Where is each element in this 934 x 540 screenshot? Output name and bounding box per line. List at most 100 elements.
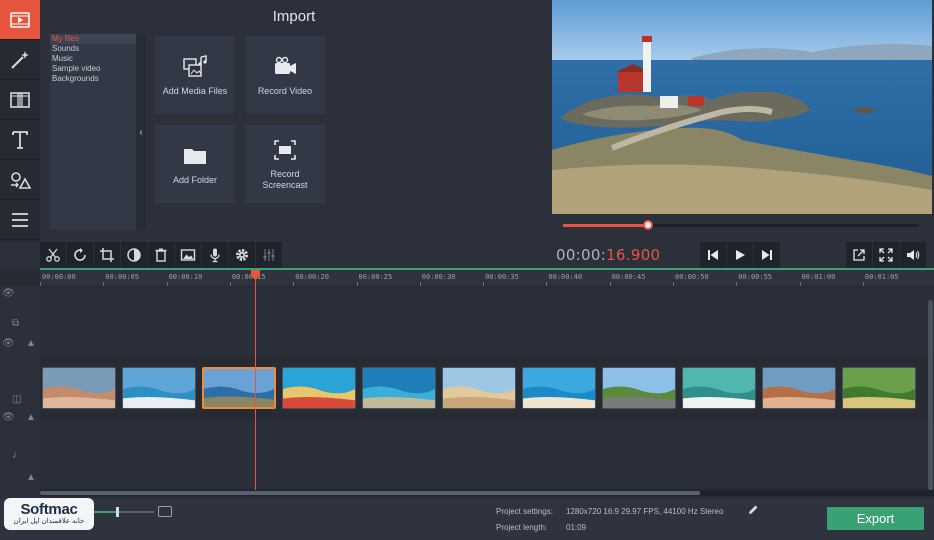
transitions-icon	[10, 91, 30, 108]
ruler-tick-label: 00:00:35	[485, 273, 519, 281]
play-button[interactable]	[727, 242, 753, 268]
titles-button[interactable]	[0, 120, 40, 160]
crop-button[interactable]	[94, 242, 120, 268]
add-media-files-button[interactable]: Add Media Files	[155, 36, 235, 114]
clip-thumbnail	[283, 368, 355, 408]
transitions-button[interactable]	[0, 80, 40, 120]
settings-button[interactable]	[229, 242, 255, 268]
ruler-tick-label: 00:00:15	[231, 273, 266, 281]
category-my-files[interactable]: My files	[50, 34, 136, 44]
equalizer-icon	[263, 249, 275, 261]
timeline-ruler[interactable]: 00:00:00 00:00:05 00:00:10 00:00:15 00:00:20…	[40, 268, 934, 286]
audio-mute-icon[interactable]: ▲	[26, 472, 36, 483]
record-video-button[interactable]: Record Video	[245, 36, 325, 114]
project-settings-value: 1280x720 16:9 29.97 FPS, 44100 Hz Stereo	[566, 507, 724, 516]
project-settings-label: Project settings:	[496, 507, 553, 516]
ruler-tick-label: 00:00:20	[295, 273, 329, 281]
overlay-track-icon: ⧉	[12, 318, 20, 329]
export-button[interactable]: Export	[827, 507, 924, 530]
video-clip[interactable]	[522, 367, 596, 409]
category-sample-video[interactable]: Sample video	[50, 64, 136, 74]
filters-button[interactable]	[0, 40, 40, 80]
next-button[interactable]	[754, 242, 780, 268]
ruler-tick-label: 00:00:05	[105, 273, 140, 281]
video-clip[interactable]	[122, 367, 196, 409]
video-clip[interactable]	[42, 367, 116, 409]
edit-toolbar	[40, 242, 282, 268]
timeline-vertical-scrollbar[interactable]	[928, 300, 933, 490]
overlay-visibility-icon[interactable]: 👁	[2, 338, 15, 349]
playback-timecode: 00:00:16.900	[556, 246, 660, 264]
ruler-tick-mark	[356, 282, 358, 286]
play-icon	[736, 250, 745, 260]
detach-icon	[853, 249, 865, 261]
video-clip[interactable]	[842, 367, 916, 409]
timecode-base: 00:00:	[556, 246, 607, 264]
clip-thumbnail	[523, 368, 595, 408]
category-music[interactable]: Music	[50, 54, 136, 64]
previous-button[interactable]	[700, 242, 726, 268]
video-clip[interactable]	[362, 367, 436, 409]
more-tools-button[interactable]	[0, 200, 40, 240]
split-button[interactable]	[40, 242, 66, 268]
project-length-label: Project length:	[496, 523, 548, 532]
equalizer-button[interactable]	[256, 242, 282, 268]
video-clip[interactable]	[762, 367, 836, 409]
preview-frame	[552, 0, 932, 214]
video-visibility-icon[interactable]: 👁	[2, 412, 15, 423]
video-mute-icon[interactable]: ▲	[26, 412, 36, 423]
record-audio-button[interactable]	[202, 242, 228, 268]
video-preview[interactable]	[552, 0, 932, 214]
import-media-button[interactable]	[0, 0, 40, 40]
ruler-tick-label: 00:00:50	[675, 273, 709, 281]
audio-track[interactable]	[40, 422, 934, 488]
video-clip[interactable]	[202, 367, 276, 409]
visibility-eye-icon[interactable]: 👁	[2, 288, 15, 299]
delete-button[interactable]	[148, 242, 174, 268]
preview-scrubber-progress	[563, 224, 649, 227]
fullscreen-button[interactable]	[873, 242, 899, 268]
video-clip[interactable]	[602, 367, 676, 409]
clip-thumbnail	[363, 368, 435, 408]
video-track-icon: ◫	[12, 394, 22, 405]
rotate-button[interactable]	[67, 242, 93, 268]
callouts-button[interactable]	[0, 160, 40, 200]
ruler-tick-mark	[103, 282, 105, 286]
watermark-subtitle: خانه علاقمندان اپل ایران	[13, 518, 85, 525]
category-sounds[interactable]: Sounds	[50, 44, 136, 54]
more-tools-icon	[12, 212, 28, 227]
add-folder-button[interactable]: Add Folder	[155, 125, 235, 203]
video-clip[interactable]	[282, 367, 356, 409]
video-camera-icon	[275, 56, 296, 74]
collapse-panel-button[interactable]: ‹	[136, 34, 146, 230]
pencil-icon[interactable]	[747, 504, 759, 516]
import-media-icon	[10, 11, 30, 28]
import-title: Import	[272, 8, 316, 25]
overlay-track[interactable]	[40, 288, 934, 356]
folder-icon	[184, 148, 206, 164]
clip-properties-button[interactable]	[175, 242, 201, 268]
category-backgrounds[interactable]: Backgrounds	[50, 74, 136, 84]
ruler-tick-label: 00:00:45	[611, 273, 646, 281]
volume-button[interactable]	[900, 242, 926, 268]
fullscreen-icon	[879, 248, 893, 262]
color-adjustments-button[interactable]	[121, 242, 147, 268]
video-clip[interactable]	[442, 367, 516, 409]
ruler-tick-label: 00:00:40	[548, 273, 583, 281]
volume-icon	[907, 250, 920, 260]
overlay-mute-icon[interactable]: ▲	[26, 338, 36, 349]
ruler-tick-mark	[293, 282, 295, 286]
record-screencast-button[interactable]: Record Screencast	[245, 125, 325, 203]
ruler-tick-label: 00:00:00	[42, 273, 76, 281]
playhead-line	[255, 272, 256, 492]
clip-thumbnail	[204, 369, 274, 407]
fit-to-window-icon[interactable]	[158, 506, 172, 517]
add-media-icon	[183, 54, 207, 77]
ruler-tick-mark	[229, 282, 231, 286]
watermark-logo: Softmac خانه علاقمندان اپل ایران	[4, 498, 94, 530]
video-clip[interactable]	[682, 367, 756, 409]
detach-player-button[interactable]	[846, 242, 872, 268]
timeline-scrollbar-thumb[interactable]	[40, 491, 700, 495]
preview-scrubber-handle[interactable]	[643, 220, 654, 230]
zoom-slider-handle[interactable]	[116, 507, 119, 517]
